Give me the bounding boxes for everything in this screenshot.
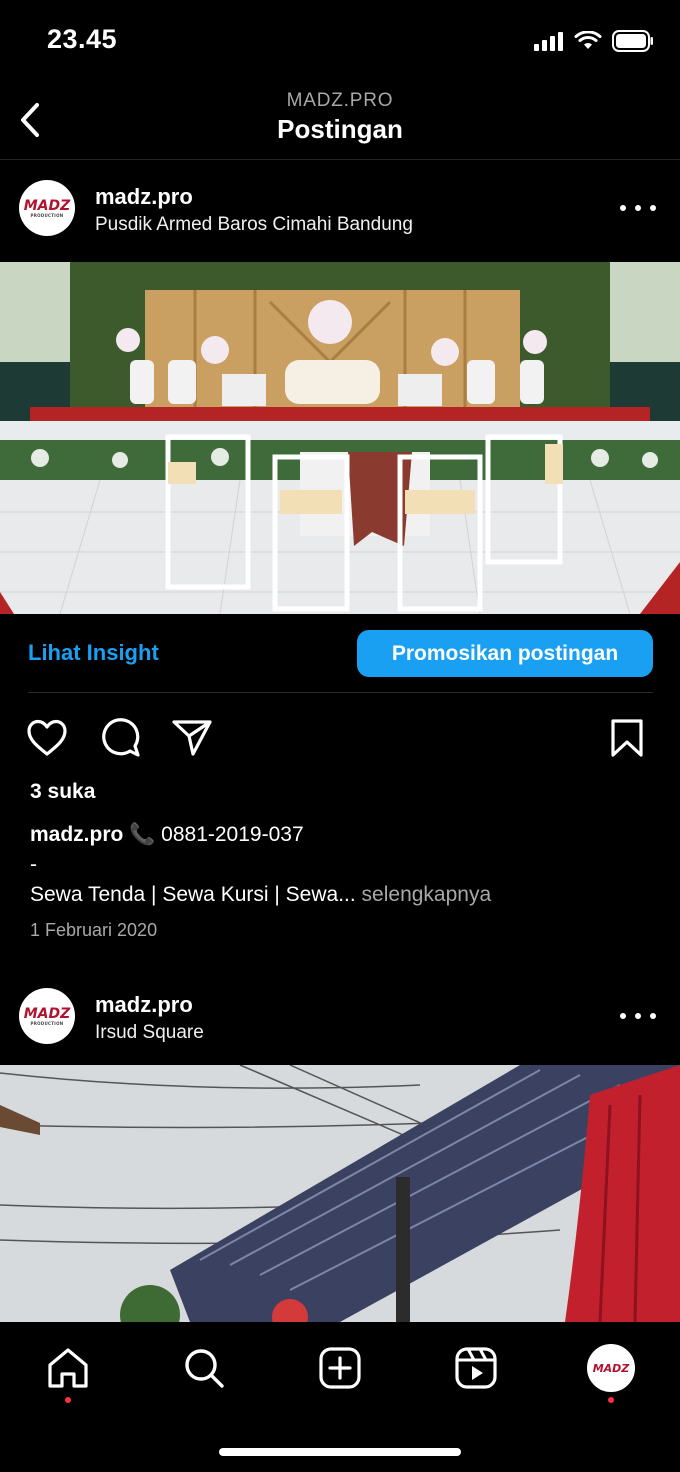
dot-icon [650, 1013, 656, 1019]
wedding-decor-photo [0, 262, 680, 614]
dot-icon [620, 205, 626, 211]
post-caption: madz.pro 📞 0881-2019-037 - Sewa Tenda | … [30, 820, 660, 910]
caption-username[interactable]: madz.pro [30, 823, 123, 846]
post-photo[interactable] [0, 262, 680, 614]
caption-dash: - [30, 853, 37, 876]
post-actions [0, 712, 680, 762]
post-username[interactable]: madz.pro [95, 184, 193, 210]
battery-icon [612, 30, 653, 52]
avatar[interactable]: MADZ PRODUCTION [19, 180, 75, 236]
tab-create[interactable] [316, 1344, 364, 1392]
post-header: MADZ PRODUCTION madz.pro Pusdik Armed Ba… [0, 160, 680, 256]
nav-header: MADZ.PRO Postingan [0, 84, 680, 160]
reels-icon [455, 1347, 497, 1389]
heart-icon [27, 719, 67, 756]
share-icon [172, 720, 212, 756]
divider [28, 692, 653, 693]
brand-logo: MADZ PRODUCTION [23, 1005, 71, 1026]
dot-icon [635, 1013, 641, 1019]
see-more-link[interactable]: selengkapnya [362, 883, 492, 906]
create-icon [319, 1347, 361, 1389]
bookmark-icon [611, 719, 643, 757]
avatar[interactable]: MADZ PRODUCTION [19, 988, 75, 1044]
status-bar: 23.45 [0, 0, 680, 84]
caption-text: Sewa Tenda | Sewa Kursi | Sewa... [30, 883, 356, 906]
post-username[interactable]: madz.pro [95, 992, 193, 1018]
likes-count[interactable]: 3 suka [30, 780, 95, 804]
tab-bar: MADZ [0, 1322, 680, 1472]
home-indicator [219, 1448, 461, 1456]
post-photo[interactable] [0, 1065, 680, 1322]
save-button[interactable] [605, 716, 649, 760]
brand-logo: MADZ PRODUCTION [23, 197, 71, 218]
tab-profile[interactable]: MADZ [587, 1344, 635, 1392]
signal-icon [534, 32, 563, 51]
more-options-button[interactable] [620, 1006, 656, 1026]
page-title: Postingan [277, 114, 403, 144]
tab-search[interactable] [180, 1344, 228, 1392]
caption-phone: 📞 0881-2019-037 [129, 823, 304, 846]
post-date: 1 Februari 2020 [30, 920, 158, 940]
status-icons [534, 30, 654, 52]
comment-icon [102, 718, 140, 757]
promote-post-button[interactable]: Promosikan postingan [357, 630, 653, 677]
post-location[interactable]: Pusdik Armed Baros Cimahi Bandung [95, 214, 413, 236]
nav-subtitle: MADZ.PRO [286, 90, 394, 111]
dot-icon [620, 1013, 626, 1019]
insight-row: Lihat Insight Promosikan postingan [0, 614, 680, 694]
post-header: MADZ PRODUCTION madz.pro Irsud Square [0, 968, 680, 1064]
profile-avatar: MADZ [587, 1344, 635, 1392]
status-time: 23.45 [47, 24, 118, 54]
dot-icon [650, 205, 656, 211]
brand-logo: MADZ [592, 1361, 630, 1375]
wifi-icon [574, 31, 602, 49]
comment-button[interactable] [98, 716, 142, 760]
home-icon [48, 1348, 88, 1388]
more-options-button[interactable] [620, 198, 656, 218]
post-location[interactable]: Irsud Square [95, 1022, 204, 1044]
like-button[interactable] [25, 716, 69, 760]
notification-dot [65, 1397, 71, 1403]
tent-photo [0, 1065, 680, 1322]
view-insights-link[interactable]: Lihat Insight [28, 640, 159, 666]
notification-dot [608, 1397, 614, 1403]
tab-reels[interactable] [452, 1344, 500, 1392]
tab-home[interactable] [44, 1344, 92, 1392]
dot-icon [635, 205, 641, 211]
search-icon [185, 1349, 224, 1388]
share-button[interactable] [170, 716, 214, 760]
